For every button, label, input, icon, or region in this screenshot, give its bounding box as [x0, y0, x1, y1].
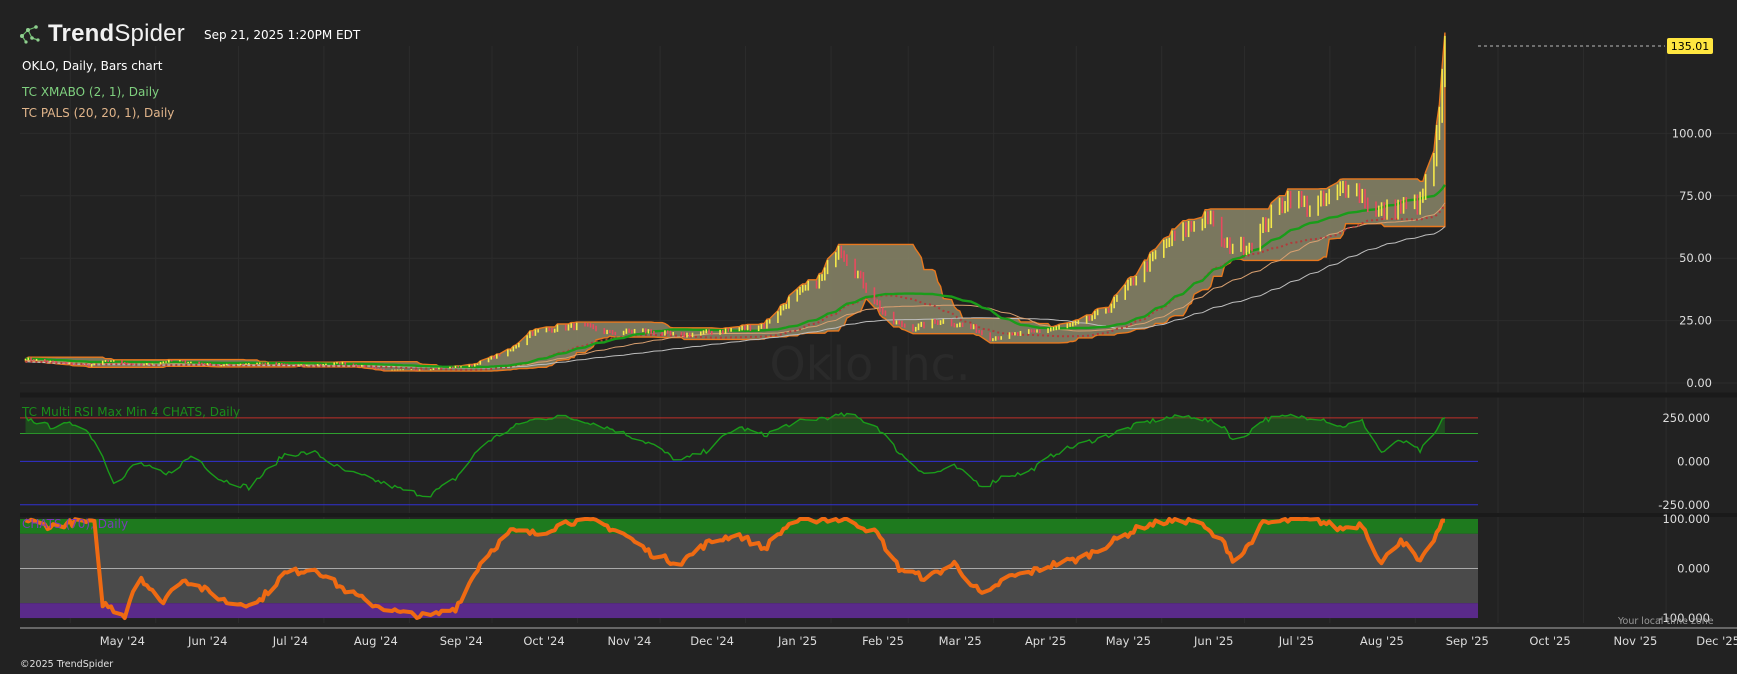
- watermark-text: Oklo Inc.: [769, 337, 970, 391]
- x-tick-label: Jul '25: [1278, 634, 1314, 648]
- x-tick-label: Nov '24: [607, 634, 651, 648]
- price-y-tick: 75.00: [1679, 189, 1712, 203]
- rsi-y-tick: -250.000: [1658, 498, 1710, 512]
- x-tick-label: Sep '24: [440, 634, 483, 648]
- x-tick-label: Oct '24: [523, 634, 564, 648]
- timestamp: Sep 21, 2025 1:20PM EDT: [204, 28, 361, 42]
- price-y-tick: 0.00: [1686, 376, 1712, 390]
- x-tick-label: May '25: [1106, 634, 1151, 648]
- last-price-label: 135.01: [1671, 40, 1710, 53]
- chats-y-tick: 100.000: [1662, 512, 1710, 526]
- x-tick-label: Jul '24: [272, 634, 308, 648]
- brand-prefix: Trend: [48, 20, 115, 47]
- x-tick-label: Dec '24: [690, 634, 734, 648]
- x-tick-label: May '24: [100, 634, 145, 648]
- brand-logo-text: TrendSpider: [48, 20, 185, 48]
- x-tick-label: Aug '24: [354, 634, 398, 648]
- x-tick-label: Aug '25: [1360, 634, 1404, 648]
- x-axis: May '24 Jun '24 Jul '24 Aug '24 Sep '24 Oct '…: [100, 634, 1737, 648]
- pals-label[interactable]: TC PALS (20, 20, 1), Daily: [22, 106, 174, 120]
- brand-header: TrendSpider: [18, 20, 185, 48]
- x-tick-label: Jun '25: [1193, 634, 1233, 648]
- price-y-tick: 25.00: [1679, 314, 1712, 328]
- price-y-tick: 50.00: [1679, 251, 1712, 265]
- chats-y-tick: 0.000: [1677, 562, 1710, 576]
- brand-suffix: Spider: [114, 20, 185, 47]
- x-tick-label: Apr '25: [1025, 634, 1066, 648]
- chats-pane[interactable]: [20, 517, 1478, 620]
- price-y-tick: 100.00: [1672, 126, 1712, 140]
- rsi-label[interactable]: TC Multi RSI Max Min 4 CHATS, Daily: [22, 405, 240, 419]
- x-tick-label: Oct '25: [1529, 634, 1570, 648]
- x-tick-label: Feb '25: [862, 634, 904, 648]
- timezone-note: Your local time zone: [1618, 616, 1714, 627]
- chats-label[interactable]: CHATS (70), Daily: [22, 517, 128, 531]
- symbol-label[interactable]: OKLO, Daily, Bars chart: [22, 59, 162, 73]
- x-tick-label: Jun '24: [187, 634, 227, 648]
- chart-canvas[interactable]: Oklo Inc. 135.01 May '24 Jun '24 Jul '24 Au…: [0, 0, 1737, 674]
- rsi-y-tick: 250.000: [1662, 411, 1710, 425]
- network-nodes-icon: [20, 25, 40, 44]
- chart-app: Oklo Inc. 135.01 May '24 Jun '24 Jul '24 Au…: [0, 0, 1737, 674]
- x-tick-label: Mar '25: [939, 634, 982, 648]
- copyright: ©2025 TrendSpider: [20, 659, 114, 670]
- rsi-y-tick: 0.000: [1677, 454, 1710, 468]
- watermark: Oklo Inc.: [769, 337, 970, 391]
- x-tick-label: Jan '25: [777, 634, 817, 648]
- x-tick-label: Sep '25: [1446, 634, 1489, 648]
- x-tick-label: Nov '25: [1613, 634, 1657, 648]
- x-tick-label: Dec '25: [1696, 634, 1737, 648]
- xmabo-label[interactable]: TC XMABO (2, 1), Daily: [22, 85, 159, 99]
